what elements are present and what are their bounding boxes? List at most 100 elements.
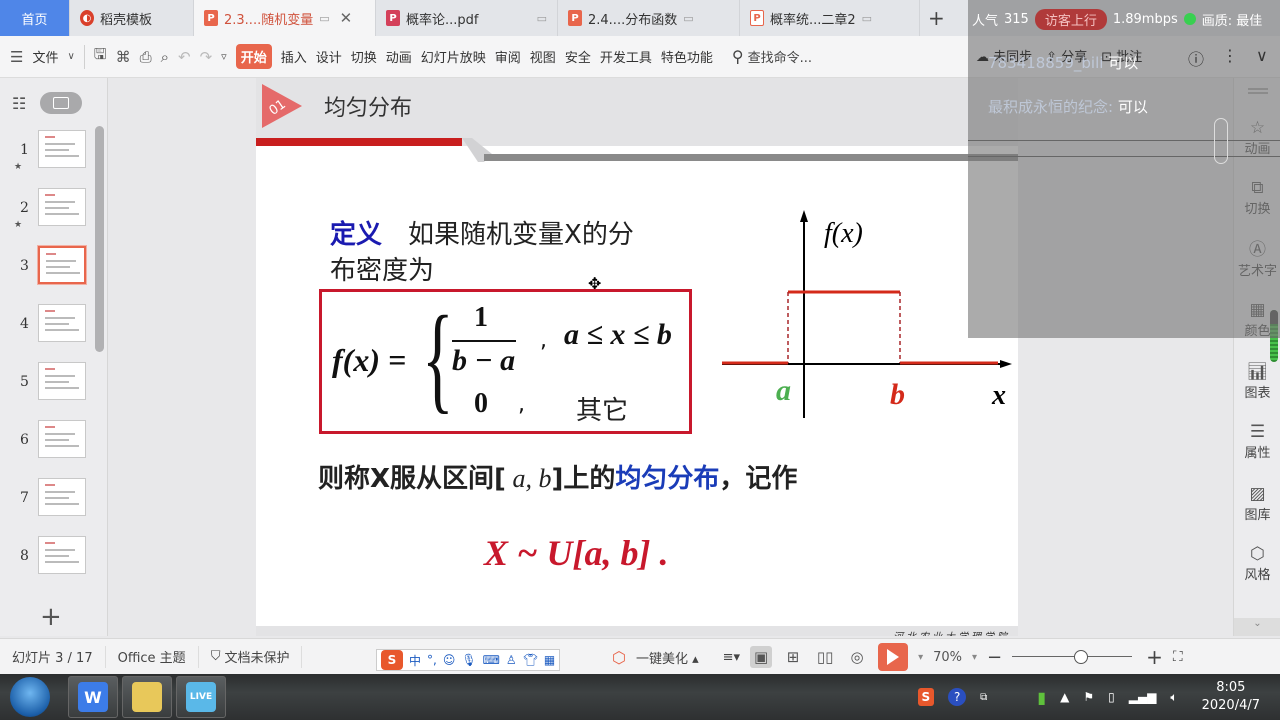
slide-preview[interactable] xyxy=(38,130,86,168)
ribbon-tab-review[interactable]: 审阅 xyxy=(495,47,521,66)
volume-icon[interactable]: 🔈︎ xyxy=(1170,690,1177,705)
ime-toolbar[interactable]: S 中 °, ☺ 🎙︎ ⌨ ♙ 👕︎ ▦ xyxy=(376,649,561,671)
document-protection[interactable]: ⛉ 文档未保护 xyxy=(199,645,303,668)
slide-preview[interactable] xyxy=(38,362,86,400)
pane-scroll-down-button[interactable]: ⌄ xyxy=(1234,618,1280,636)
tab-active-ppt[interactable]: P 2.3....随机变量 ▭ ✕ xyxy=(194,0,376,36)
slide-thumbnail[interactable]: 4 xyxy=(0,304,100,352)
punctuation-icon[interactable]: °, xyxy=(427,653,437,667)
sogou-tray-icon[interactable]: S xyxy=(917,688,935,706)
redo-icon[interactable]: ↷ xyxy=(200,48,213,66)
fit-window-icon[interactable]: ⛶ xyxy=(1173,649,1183,665)
usb-icon[interactable]: ▮ xyxy=(1037,688,1046,707)
print-preview-icon[interactable]: ⌕ xyxy=(161,48,169,66)
slide-preview[interactable] xyxy=(38,536,86,574)
tab-pdf[interactable]: P 概率论...pdf ▭ xyxy=(376,0,558,36)
tab-docer-templates[interactable]: ◐ 稻壳模板 xyxy=(70,0,194,36)
more-icon[interactable]: ⋮ xyxy=(1222,46,1238,70)
thumbnail-scrollbar[interactable] xyxy=(95,126,104,352)
action-center-flag-icon[interactable]: ⚑ xyxy=(1083,690,1094,704)
chevron-down-icon[interactable]: ∨ xyxy=(67,51,74,62)
emoji-icon[interactable]: ☺ xyxy=(443,653,456,667)
sidebar-item-chart[interactable]: 📊︎ 图表 xyxy=(1234,362,1280,401)
show-hidden-icons[interactable]: ▲ xyxy=(1060,690,1069,704)
tab-ppt-chapter2[interactable]: P 概率统...二章2 ▭ xyxy=(740,0,920,36)
slide-thumbnail[interactable]: 6 xyxy=(0,420,100,468)
ribbon-tab-start[interactable]: 开始 xyxy=(235,44,272,69)
slide-thumbnail[interactable]: 8 xyxy=(0,536,100,584)
keyboard-icon[interactable]: ⌨ xyxy=(483,653,500,667)
print-icon[interactable]: ⎙ xyxy=(140,48,152,66)
zoom-level[interactable]: 70% xyxy=(933,650,962,665)
toolbox-icon[interactable]: ▦ xyxy=(544,653,555,667)
tab-home[interactable]: 首页 xyxy=(0,0,70,36)
slide-thumbnail[interactable]: 3 xyxy=(0,245,100,294)
clock[interactable]: 8:05 2020/4/7 xyxy=(1202,679,1260,715)
collapse-ribbon-icon[interactable]: ∨ xyxy=(1256,46,1268,70)
file-menu[interactable]: 文件 xyxy=(32,47,58,66)
undo-icon[interactable]: ↶ xyxy=(178,48,191,66)
ribbon-tab-security[interactable]: 安全 xyxy=(565,47,591,66)
tab-ppt-2-4[interactable]: P 2.4....分布函数 ▭ xyxy=(558,0,740,36)
taskbar-app-live[interactable]: LIVE xyxy=(176,676,226,718)
ime-mode[interactable]: 中 xyxy=(409,652,421,669)
voice-icon[interactable]: 🎙︎ xyxy=(461,653,476,667)
zoom-slider[interactable] xyxy=(1012,650,1133,664)
user-icon[interactable]: ♙ xyxy=(506,653,517,667)
format-painter-icon[interactable]: ⌘ xyxy=(116,48,131,66)
slide-canvas[interactable]: 01 均匀分布 定义 如果随机变量X的分 布密度为 f(x) = { 1 b − … xyxy=(256,78,1018,636)
taskbar-app-explorer[interactable] xyxy=(122,676,172,718)
battery-icon[interactable]: ▯ xyxy=(1108,690,1115,704)
help-tray-icon[interactable]: ? xyxy=(948,688,967,706)
sidebar-item-gallery[interactable]: ▨ 图库 xyxy=(1234,484,1280,523)
zoom-dropdown-icon[interactable]: ▾ xyxy=(972,652,977,663)
zoom-out-button[interactable]: − xyxy=(987,647,1002,668)
customize-dropdown-icon[interactable]: ▿ xyxy=(221,50,227,63)
slideshow-dropdown-icon[interactable]: ▾ xyxy=(918,652,923,663)
presenter-view-button[interactable]: ◎ xyxy=(846,646,868,668)
play-slideshow-button[interactable] xyxy=(878,643,909,671)
zoom-slider-knob[interactable] xyxy=(1073,650,1088,664)
notes-toggle-icon[interactable]: ≡▾ xyxy=(723,650,740,665)
slide-thumbnail[interactable]: 2 ★ xyxy=(0,188,100,236)
normal-view-button[interactable]: ▣ xyxy=(750,646,773,668)
slide-thumbnail[interactable]: 7 xyxy=(0,478,100,526)
sidebar-item-properties[interactable]: ☰ 属性 xyxy=(1234,422,1280,461)
menu-icon[interactable]: ☰ xyxy=(10,48,23,66)
taskbar-app-wps[interactable]: W xyxy=(68,676,118,718)
start-button[interactable] xyxy=(10,677,50,717)
command-search[interactable]: ⚲ 查找命令... xyxy=(732,47,812,66)
ribbon-tab-design[interactable]: 设计 xyxy=(316,47,342,66)
theme-name[interactable]: Office 主题 xyxy=(106,645,199,668)
ribbon-tab-slideshow[interactable]: 幻灯片放映 xyxy=(421,47,486,66)
slide-preview[interactable] xyxy=(38,304,86,342)
overlay-scrollbar[interactable] xyxy=(1214,118,1228,164)
slide-thumbnail[interactable]: 1 ★ xyxy=(0,130,100,178)
ribbon-tab-view[interactable]: 视图 xyxy=(530,47,556,66)
zoom-in-button[interactable]: + xyxy=(1146,645,1163,669)
add-slide-button[interactable]: + xyxy=(40,602,62,632)
slide-preview[interactable] xyxy=(38,188,86,226)
network-signal-icon[interactable]: ▂▄▆ xyxy=(1129,690,1157,704)
ribbon-tab-features[interactable]: 特色功能 xyxy=(661,47,713,66)
ribbon-tab-insert[interactable]: 插入 xyxy=(281,47,307,66)
slide-sorter-view-button[interactable]: ⊞ xyxy=(782,646,804,668)
skin-icon[interactable]: 👕︎ xyxy=(523,653,538,667)
thumbnail-view-toggle[interactable] xyxy=(40,92,83,114)
new-tab-button[interactable]: + xyxy=(920,0,953,36)
reading-view-button[interactable]: ▯▯ xyxy=(814,646,836,668)
tray-misc-icon[interactable]: ⧉ xyxy=(980,692,987,703)
close-tab-icon[interactable]: ✕ xyxy=(340,9,353,27)
slide-thumbnail[interactable]: 5 xyxy=(0,362,100,410)
slide-preview[interactable] xyxy=(38,478,86,516)
save-icon[interactable]: 🖫 xyxy=(94,44,107,69)
guest-uplink-button[interactable]: 访客上行 xyxy=(1034,8,1107,30)
beautify-button[interactable]: 一键美化 ▴ xyxy=(636,648,699,667)
ribbon-tab-animation[interactable]: 动画 xyxy=(386,47,412,66)
ribbon-tab-transition[interactable]: 切换 xyxy=(351,47,377,66)
slide-preview[interactable] xyxy=(37,245,87,285)
help-icon[interactable]: ⓘ xyxy=(1188,46,1204,70)
ribbon-tab-developer[interactable]: 开发工具 xyxy=(600,47,652,66)
outline-view-icon[interactable]: ☷ xyxy=(12,94,26,113)
slide-preview[interactable] xyxy=(38,420,86,458)
